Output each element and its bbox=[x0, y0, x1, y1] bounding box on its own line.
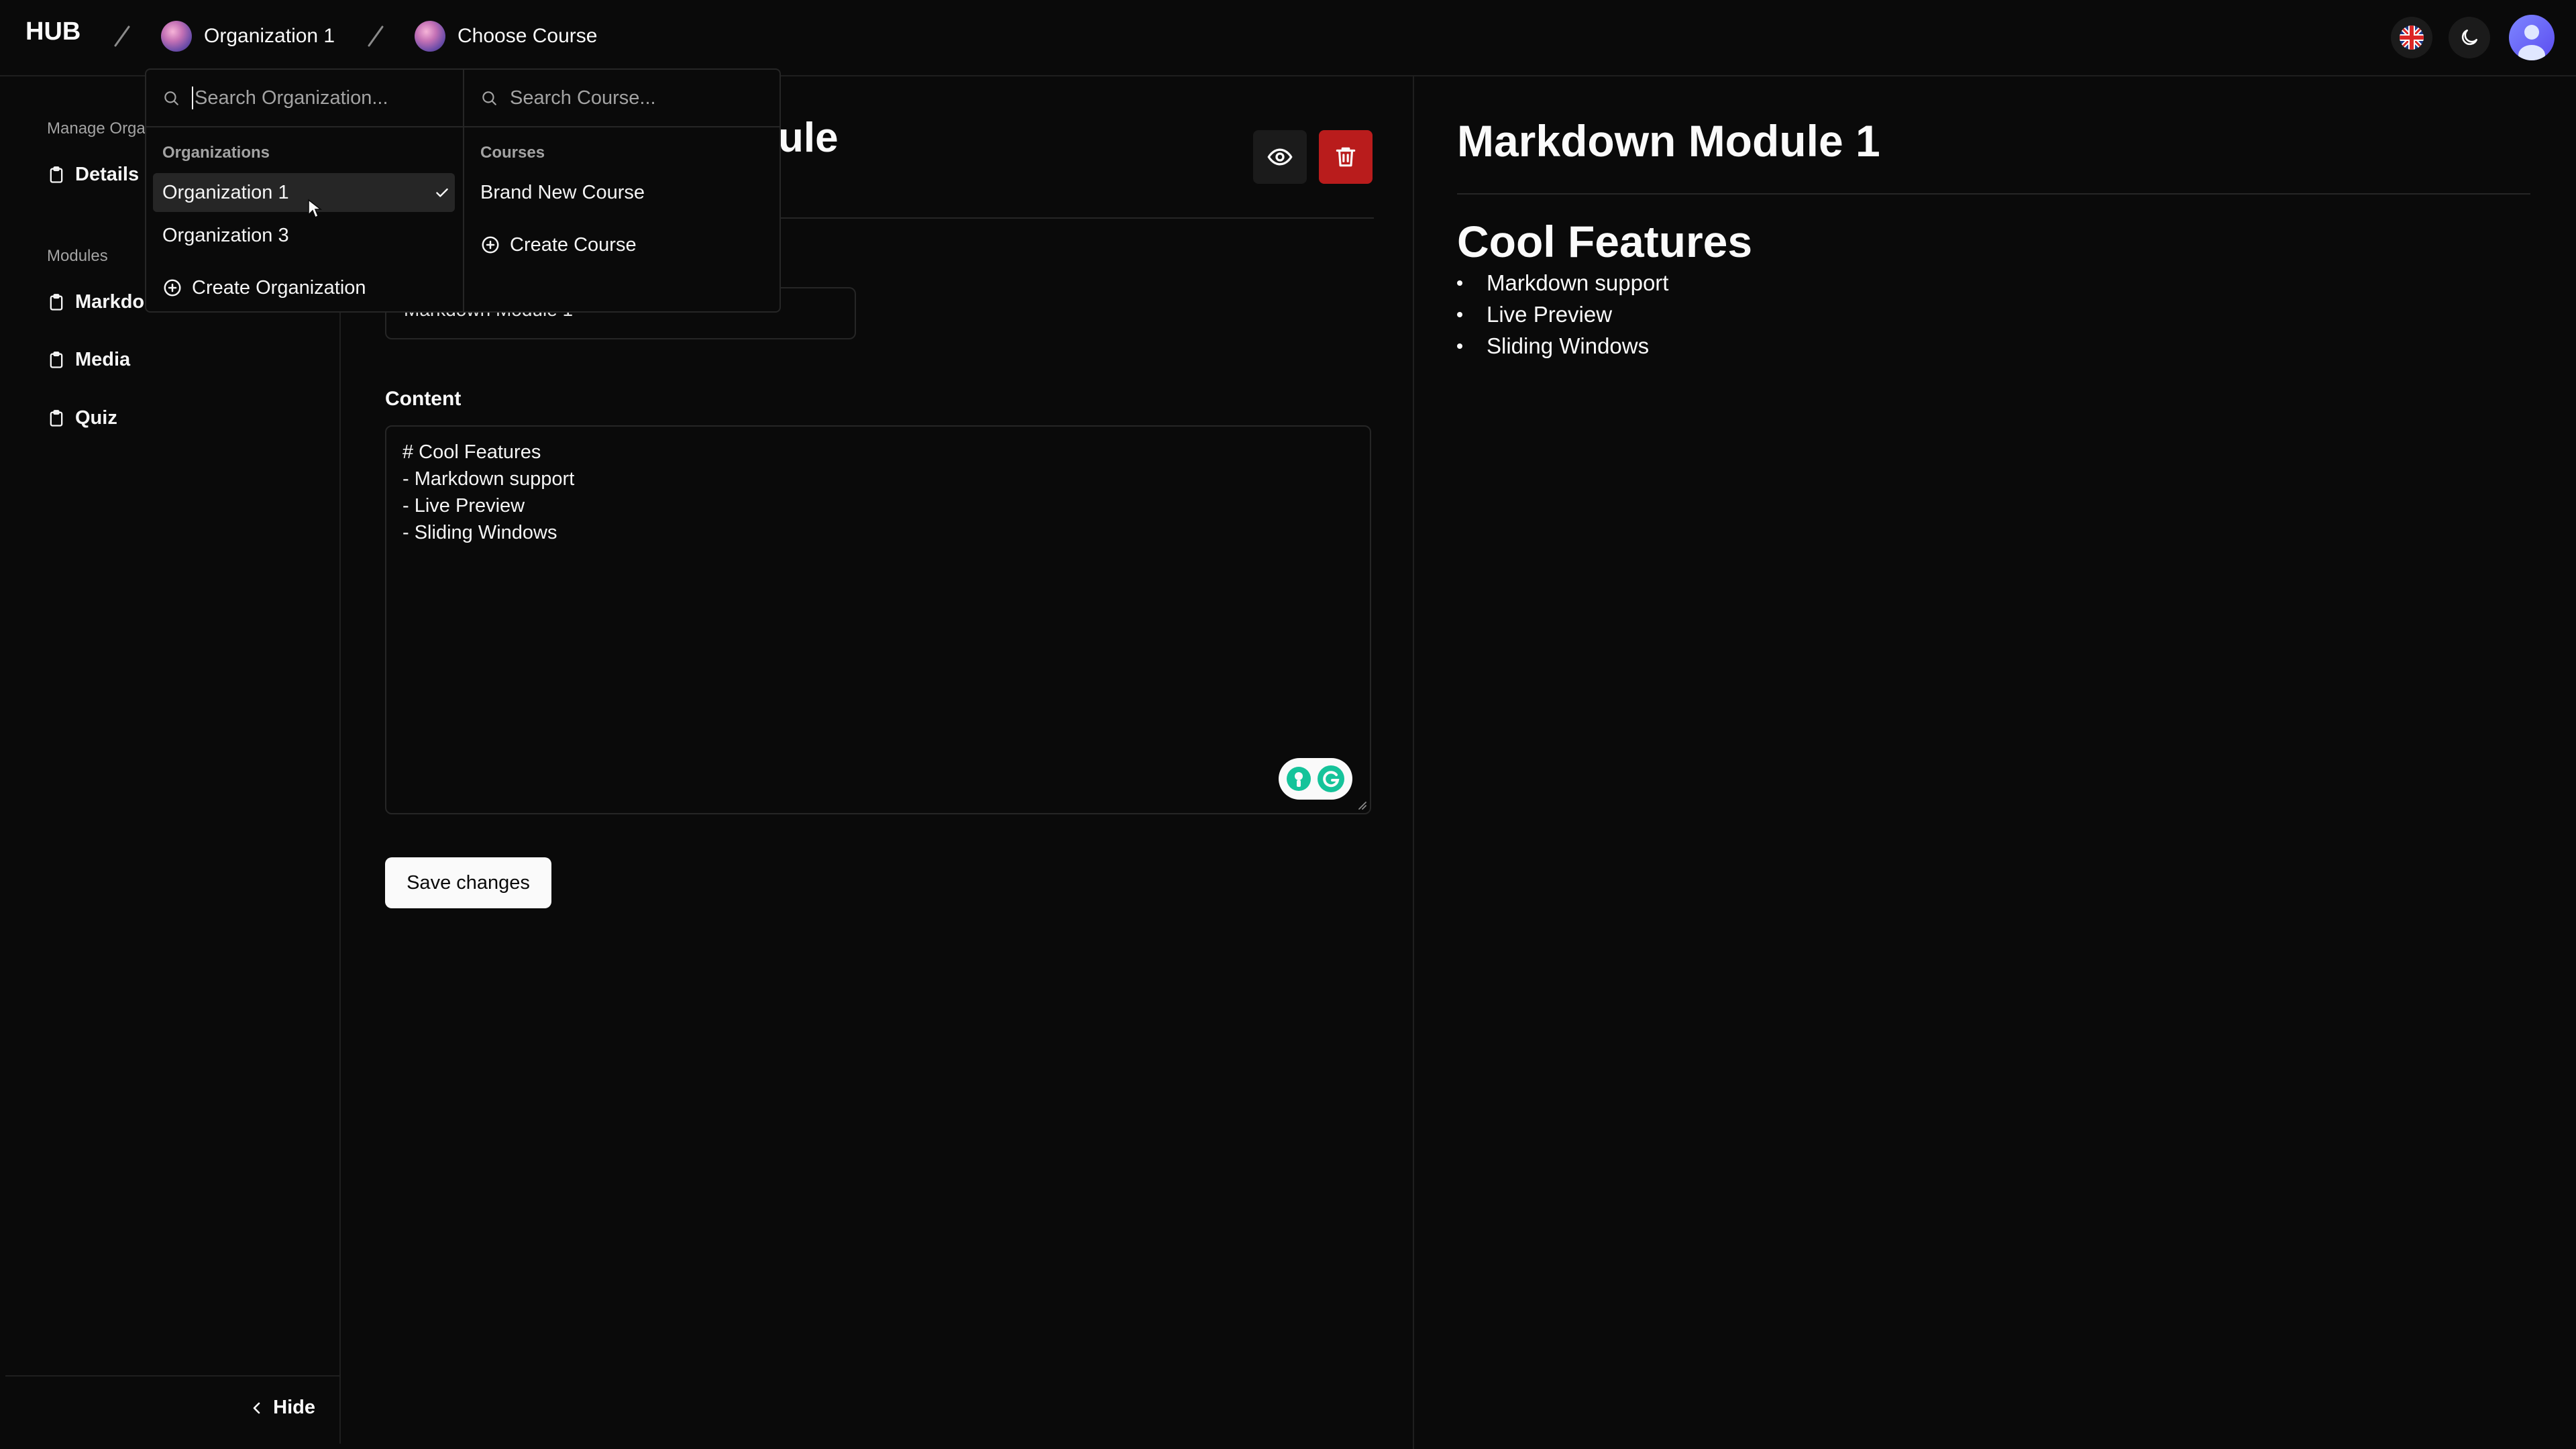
create-organization-button[interactable]: Create Organization bbox=[162, 268, 366, 307]
organization-option[interactable]: Organization 3 bbox=[162, 216, 289, 255]
switcher-popover: Search Organization... Organizations Org… bbox=[145, 68, 781, 313]
create-organization-label: Create Organization bbox=[192, 276, 366, 299]
check-icon bbox=[436, 188, 448, 197]
organizations-group-label: Organizations bbox=[162, 144, 270, 162]
moon-icon bbox=[2461, 30, 2477, 46]
sidebar-section-manage: Manage Orga bbox=[47, 119, 146, 138]
content-line: - Sliding Windows bbox=[402, 522, 557, 543]
organization-switcher[interactable]: Organization 1 bbox=[161, 16, 335, 56]
content-line: # Cool Features bbox=[402, 441, 541, 463]
chevron-left-icon bbox=[253, 1402, 260, 1413]
preview-bullet: Markdown support bbox=[1457, 267, 1668, 299]
delete-module-button[interactable] bbox=[1319, 130, 1373, 184]
content-line: - Markdown support bbox=[402, 468, 575, 490]
top-bar: HUB Organization 1 Choose Course bbox=[0, 0, 2576, 76]
course-search[interactable]: Search Course... bbox=[464, 70, 780, 127]
sidebar-item-markdown[interactable]: Markdo bbox=[47, 291, 144, 313]
preview-toggle-button[interactable] bbox=[1253, 130, 1307, 184]
organization-crumb-label: Organization 1 bbox=[204, 25, 335, 47]
create-course-button[interactable]: Create Course bbox=[480, 225, 637, 264]
text-caret bbox=[192, 87, 193, 109]
hide-sidebar-button[interactable]: Hide bbox=[250, 1397, 315, 1419]
course-search-input[interactable]: Search Course... bbox=[510, 87, 656, 109]
organization-search[interactable]: Search Organization... bbox=[146, 70, 463, 127]
preview-title: Markdown Module 1 bbox=[1457, 116, 1880, 166]
sidebar-item-label: Media bbox=[75, 349, 131, 370]
sidebar-section-modules: Modules bbox=[47, 247, 108, 265]
courses-group-label: Courses bbox=[480, 144, 545, 162]
clipboard-icon bbox=[50, 351, 63, 368]
user-avatar[interactable] bbox=[2509, 15, 2555, 60]
sidebar-item-media[interactable]: Media bbox=[47, 349, 130, 371]
search-icon bbox=[164, 91, 178, 105]
sidebar-item-label: Details bbox=[75, 164, 140, 185]
grammarly-g-icon bbox=[1318, 765, 1344, 792]
eye-icon bbox=[1267, 148, 1293, 166]
clipboard-icon bbox=[50, 166, 63, 183]
sidebar-footer: Hide bbox=[5, 1375, 339, 1445]
resize-handle-icon[interactable] bbox=[1356, 800, 1367, 810]
create-course-label: Create Course bbox=[510, 233, 637, 256]
sidebar-item-label: Quiz bbox=[75, 407, 117, 429]
sidebar-item-label: Markdo bbox=[75, 291, 145, 313]
content-textarea[interactable]: # Cool Features - Markdown support - Liv… bbox=[385, 425, 1371, 814]
clipboard-icon bbox=[50, 293, 63, 311]
course-crumb-label: Choose Course bbox=[458, 25, 598, 47]
organization-option-label: Organization 1 bbox=[162, 181, 289, 203]
trash-icon bbox=[1336, 147, 1356, 167]
organization-option-label: Organization 3 bbox=[162, 224, 289, 246]
uk-flag-icon bbox=[2400, 25, 2424, 50]
plus-circle-icon bbox=[482, 236, 499, 254]
plus-circle-icon bbox=[164, 279, 181, 297]
course-option[interactable]: Brand New Course bbox=[480, 173, 645, 212]
grammarly-icon bbox=[1287, 767, 1311, 791]
organization-option[interactable]: Organization 1 bbox=[153, 173, 455, 219]
search-icon bbox=[482, 91, 496, 105]
breadcrumb-separator-icon bbox=[114, 25, 130, 47]
preview-bullet: Live Preview bbox=[1457, 299, 1668, 330]
clipboard-icon bbox=[50, 409, 63, 427]
save-changes-button[interactable]: Save changes bbox=[385, 857, 551, 908]
breadcrumb-separator-icon bbox=[368, 25, 384, 47]
content-line: - Live Preview bbox=[402, 495, 525, 517]
user-icon bbox=[2518, 25, 2545, 60]
sidebar-item-details[interactable]: Details bbox=[47, 164, 139, 186]
sidebar-item-quiz[interactable]: Quiz bbox=[47, 407, 117, 429]
mouse-cursor-icon bbox=[308, 199, 322, 219]
grammarly-widget[interactable] bbox=[1279, 758, 1352, 800]
panel-divider[interactable] bbox=[1413, 76, 1414, 1449]
organization-avatar bbox=[161, 21, 192, 52]
hub-logo[interactable]: HUB bbox=[25, 17, 80, 46]
course-column: Search Course... Courses Brand New Cours… bbox=[464, 70, 780, 311]
hide-label: Hide bbox=[273, 1397, 315, 1418]
course-option-label: Brand New Course bbox=[480, 181, 645, 203]
language-button[interactable] bbox=[2391, 17, 2432, 58]
preview-bullet-list: Markdown support Live Preview Sliding Wi… bbox=[1457, 267, 1668, 362]
organization-search-input[interactable]: Search Organization... bbox=[195, 87, 388, 109]
page-title: ule bbox=[778, 115, 839, 161]
preview-divider bbox=[1457, 193, 2530, 195]
preview-heading: Cool Features bbox=[1457, 217, 1753, 266]
content-label: Content bbox=[385, 388, 462, 410]
course-switcher[interactable]: Choose Course bbox=[415, 16, 597, 56]
organization-column: Search Organization... Organizations Org… bbox=[146, 70, 464, 311]
preview-bullet: Sliding Windows bbox=[1457, 330, 1668, 362]
theme-toggle-button[interactable] bbox=[2449, 17, 2490, 58]
course-avatar bbox=[415, 21, 445, 52]
